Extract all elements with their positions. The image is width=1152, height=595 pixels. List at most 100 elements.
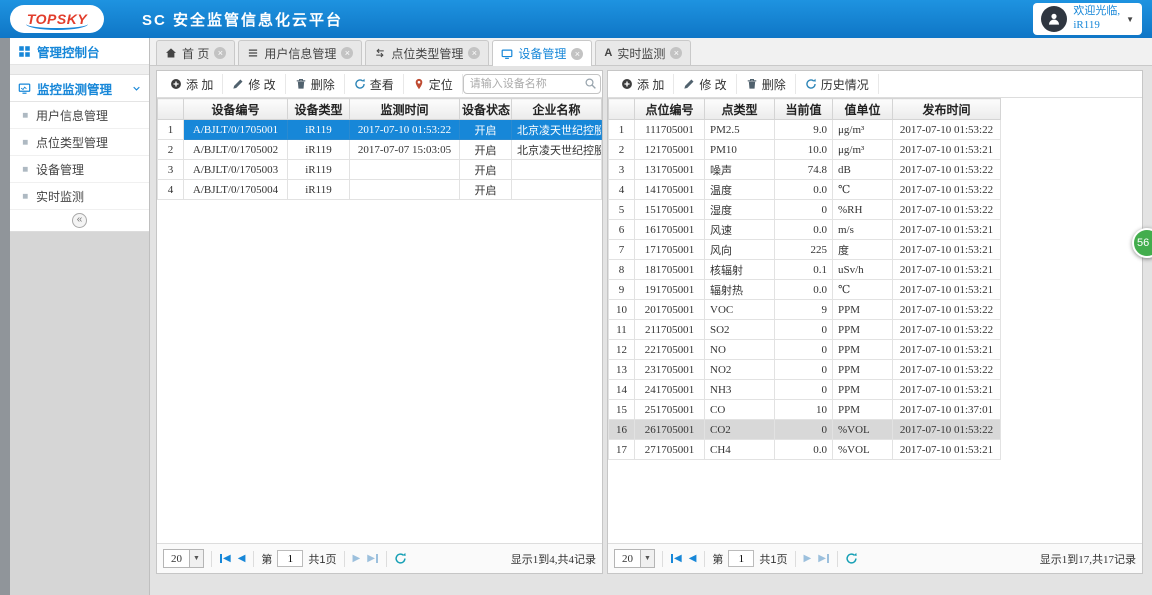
chevron-down-icon: ▼: [640, 550, 654, 567]
table-row[interactable]: 3 A/BJLT/0/1705003 iR119 开启: [157, 159, 602, 180]
table-row[interactable]: 14 241705001 NH3 0 PPM 2017-07-10 01:53:21: [608, 379, 1001, 400]
page-number-input[interactable]: [728, 550, 755, 567]
page-number-input[interactable]: [277, 550, 304, 567]
page-size-select[interactable]: 20 ▼: [163, 549, 204, 568]
add-button[interactable]: 添 加: [161, 74, 224, 94]
pager-divider: [211, 550, 212, 567]
table-row[interactable]: 3 131705001 噪声 74.8 dB 2017-07-10 01:53:22: [608, 159, 1001, 180]
prev-page-button[interactable]: ◀: [688, 553, 698, 564]
cell: 2017-07-10 01:53:22: [349, 119, 460, 140]
cell: 2017-07-10 01:53:21: [892, 259, 1001, 280]
prev-page-button[interactable]: ◀: [237, 553, 247, 564]
table-row[interactable]: 17 271705001 CH4 0.0 %VOL 2017-07-10 01:53:21: [608, 439, 1001, 460]
history-button[interactable]: 历史情况: [796, 74, 879, 94]
device-pager: 20 ▼ ◀ ◀ 第 共1页 ▶ ▶ 显示1到4,共4记录: [157, 543, 602, 573]
tab-close-icon[interactable]: ×: [571, 47, 584, 60]
user-menu[interactable]: 欢迎光临, iR119 ▼: [1033, 3, 1142, 35]
last-page-button[interactable]: ▶: [817, 553, 830, 564]
cell: 开启: [459, 119, 512, 140]
column-header[interactable]: 设备类型: [287, 98, 350, 120]
tab-close-icon[interactable]: ×: [214, 47, 227, 59]
delete-button[interactable]: 删除: [737, 74, 796, 94]
table-row[interactable]: 1 111705001 PM2.5 9.0 μg/m³ 2017-07-10 01:53:…: [608, 119, 1001, 140]
table-row[interactable]: 5 151705001 湿度 0 %RH 2017-07-10 01:53:22: [608, 199, 1001, 220]
point-toolbar: 添 加 修 改 删除 历史情况: [608, 71, 1142, 98]
column-header[interactable]: 设备状态: [459, 98, 512, 120]
sidebar-item-realtime[interactable]: 实时监测: [10, 183, 149, 210]
sidebar-item-user-info[interactable]: 用户信息管理: [10, 102, 149, 129]
table-row[interactable]: 2 121705001 PM10 10.0 μg/m³ 2017-07-10 01:53:…: [608, 139, 1001, 160]
table-row[interactable]: 10 201705001 VOC 9 PPM 2017-07-10 01:53:22: [608, 299, 1001, 320]
delete-button[interactable]: 删除: [286, 74, 345, 94]
first-page-button[interactable]: ◀: [670, 553, 683, 564]
sidebar-item-device[interactable]: 设备管理: [10, 156, 149, 183]
edit-icon: [232, 78, 244, 90]
column-header[interactable]: 值单位: [832, 98, 893, 120]
page-total-label: 共1页: [759, 553, 788, 566]
sidebar-item-point-type[interactable]: 点位类型管理: [10, 129, 149, 156]
last-page-button[interactable]: ▶: [366, 553, 379, 564]
table-row[interactable]: 1 A/BJLT/0/1705001 iR119 2017-07-10 01:53:2…: [157, 119, 602, 140]
table-row[interactable]: 8 181705001 核辐射 0.1 uSv/h 2017-07-10 01:53:21: [608, 259, 1001, 280]
cell: 2017-07-10 01:53:21: [892, 339, 1001, 360]
cell: 北京凌天世纪控股股份有限公司: [511, 139, 602, 160]
column-header: [608, 98, 635, 120]
sidebar-collapse-button[interactable]: «: [72, 213, 87, 228]
tab-device[interactable]: 设备管理 ×: [492, 40, 593, 66]
table-row[interactable]: 16 261705001 CO2 0 %VOL 2017-07-10 01:53:22: [608, 419, 1001, 440]
view-button[interactable]: 查看: [345, 74, 404, 94]
cell: 2017-07-10 01:53:21: [892, 219, 1001, 240]
refresh-button[interactable]: [845, 552, 858, 565]
first-page-button[interactable]: ◀: [219, 553, 232, 564]
cell: 温度: [704, 179, 775, 200]
tab-user-info[interactable]: 用户信息管理 ×: [238, 40, 363, 65]
edit-button[interactable]: 修 改: [223, 74, 286, 94]
table-row[interactable]: 11 211705001 SO2 0 PPM 2017-07-10 01:53:22: [608, 319, 1001, 340]
page-size-select[interactable]: 20 ▼: [614, 549, 655, 568]
column-header[interactable]: 企业名称: [511, 98, 602, 120]
row-number: 5: [608, 199, 635, 220]
edit-icon: [683, 78, 695, 90]
table-row[interactable]: 9 191705001 辐射热 0.0 ℃ 2017-07-10 01:53:21: [608, 279, 1001, 300]
cell: SO2: [704, 319, 775, 340]
search-icon[interactable]: [584, 77, 597, 90]
sidebar-section-monitoring[interactable]: 监控监测管理: [10, 75, 149, 102]
device-toolbar: 添 加 修 改 删除 查看 定位: [157, 71, 602, 98]
next-page-button[interactable]: ▶: [352, 553, 362, 564]
cell: PPM: [832, 339, 893, 360]
username: iR119: [1073, 19, 1100, 31]
locate-button[interactable]: 定位: [404, 74, 463, 94]
table-row[interactable]: 4 A/BJLT/0/1705004 iR119 开启: [157, 179, 602, 200]
table-row[interactable]: 4 141705001 温度 0.0 ℃ 2017-07-10 01:53:22: [608, 179, 1001, 200]
delete-icon: [746, 78, 758, 90]
sidebar-section-console[interactable]: 管理控制台: [10, 38, 149, 65]
column-header[interactable]: 发布时间: [892, 98, 1001, 120]
table-row[interactable]: 12 221705001 NO 0 PPM 2017-07-10 01:53:21: [608, 339, 1001, 360]
tab-point-type[interactable]: 点位类型管理 ×: [365, 40, 490, 65]
edit-button[interactable]: 修 改: [674, 74, 737, 94]
tab-home[interactable]: 首 页 ×: [156, 40, 236, 65]
search-input[interactable]: [462, 74, 601, 94]
table-row[interactable]: 15 251705001 CO 10 PPM 2017-07-10 01:37:01: [608, 399, 1001, 420]
tab-close-icon[interactable]: ×: [468, 47, 481, 59]
next-page-button[interactable]: ▶: [803, 553, 813, 564]
row-number: 9: [608, 279, 635, 300]
column-header[interactable]: 当前值: [774, 98, 833, 120]
column-header[interactable]: 点类型: [704, 98, 775, 120]
table-row[interactable]: 2 A/BJLT/0/1705002 iR119 2017-07-07 15:03:0…: [157, 139, 602, 160]
tab-realtime[interactable]: A 实时监测 ×: [595, 40, 692, 65]
table-row[interactable]: 7 171705001 风向 225 度 2017-07-10 01:53:21: [608, 239, 1001, 260]
cell: %RH: [832, 199, 893, 220]
tab-close-icon[interactable]: ×: [670, 47, 683, 59]
table-row[interactable]: 13 231705001 NO2 0 PPM 2017-07-10 01:53:22: [608, 359, 1001, 380]
column-header[interactable]: 设备编号: [183, 98, 288, 120]
tab-close-icon[interactable]: ×: [341, 47, 354, 59]
column-header[interactable]: 点位编号: [634, 98, 705, 120]
refresh-button[interactable]: [394, 552, 407, 565]
cell: A/BJLT/0/1705004: [183, 179, 288, 200]
cell: [511, 159, 602, 180]
column-header[interactable]: 监测时间: [349, 98, 460, 120]
add-button[interactable]: 添 加: [612, 74, 675, 94]
table-row[interactable]: 6 161705001 风速 0.0 m/s 2017-07-10 01:53:21: [608, 219, 1001, 240]
row-number: 8: [608, 259, 635, 280]
